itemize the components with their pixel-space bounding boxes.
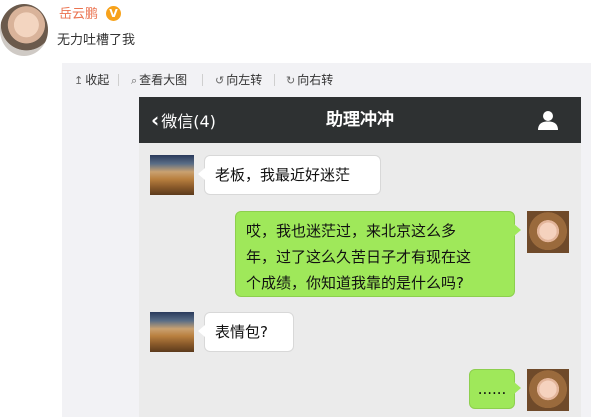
message-bubble-outgoing: ...... <box>469 369 521 409</box>
collapse-label: 收起 <box>85 73 110 87</box>
magnifier-icon: ⌕ <box>131 74 138 87</box>
message-line: 个成绩，你知道我靠的是什么吗? <box>246 274 464 292</box>
rotate-left-icon: ↺ <box>215 74 225 87</box>
collapse-button[interactable]: ↥ 收起 <box>74 71 109 90</box>
rotate-left-button[interactable]: ↺ 向左转 <box>215 71 262 90</box>
rotate-right-icon: ↻ <box>286 74 296 87</box>
user-avatar[interactable] <box>0 4 48 56</box>
rotate-left-label: 向左转 <box>226 73 263 87</box>
username-link[interactable]: 岳云鹏 <box>59 6 98 24</box>
wechat-navbar: ‹ 微信(4) 助理冲冲 <box>139 97 581 143</box>
wechat-chat-screenshot: ‹ 微信(4) 助理冲冲 老板，我最近好迷茫 哎，我也迷茫过，来北京这么多 年，过… <box>139 97 581 417</box>
self-avatar[interactable] <box>527 211 569 253</box>
view-large-button[interactable]: ⌕ 查看大图 <box>131 71 187 90</box>
contact-avatar[interactable] <box>150 312 194 352</box>
message-line: 哎，我也迷茫过，来北京这么多 <box>246 222 457 240</box>
message-bubble-incoming: 老板，我最近好迷茫 <box>198 155 381 195</box>
self-avatar[interactable] <box>527 369 569 411</box>
arrow-up-icon: ↥ <box>74 74 84 87</box>
verified-badge-icon: V <box>106 6 121 21</box>
toolbar-divider <box>202 74 203 86</box>
message-line: 年，过了这么久苦日子才有现在这 <box>246 248 472 266</box>
view-large-label: 查看大图 <box>139 73 188 87</box>
toolbar-divider <box>118 74 119 86</box>
message-bubble-incoming: 表情包? <box>198 312 294 352</box>
chat-title: 助理冲冲 <box>326 110 394 130</box>
message-bubble-outgoing: 哎，我也迷茫过，来北京这么多 年，过了这么久苦日子才有现在这 个成绩，你知道我靠… <box>235 211 521 297</box>
rotate-right-button[interactable]: ↻ 向右转 <box>286 71 333 90</box>
toolbar-divider <box>274 74 275 86</box>
person-icon[interactable] <box>537 109 559 131</box>
post-text: 无力吐槽了我 <box>57 33 136 48</box>
contact-avatar[interactable] <box>150 155 194 195</box>
rotate-right-label: 向右转 <box>297 73 334 87</box>
